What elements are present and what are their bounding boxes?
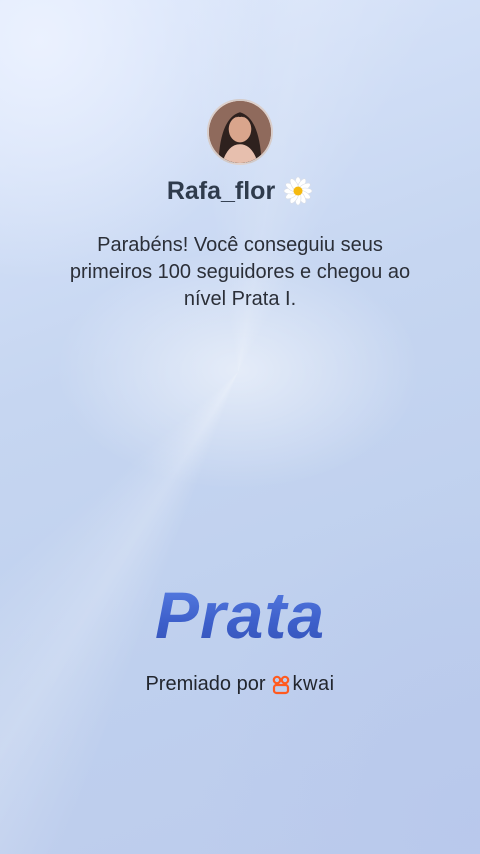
kwai-logo-icon <box>272 675 290 695</box>
congratulations-message: Parabéns! Você conseguiu seus primeiros … <box>69 234 411 310</box>
kwai-brand-name: kwai <box>292 673 335 695</box>
avatar[interactable] <box>207 99 273 165</box>
kwai-logo: kwai <box>272 673 335 696</box>
daisy-flower-icon <box>283 176 313 206</box>
avatar-portrait <box>209 101 271 163</box>
awarded-by: Premiado por kwai <box>0 673 480 696</box>
awarded-by-label: Premiado por <box>145 673 266 695</box>
username[interactable]: Rafa_flor <box>167 177 275 206</box>
tier-name: Prata <box>0 577 480 653</box>
username-row: Rafa_flor <box>0 176 480 206</box>
